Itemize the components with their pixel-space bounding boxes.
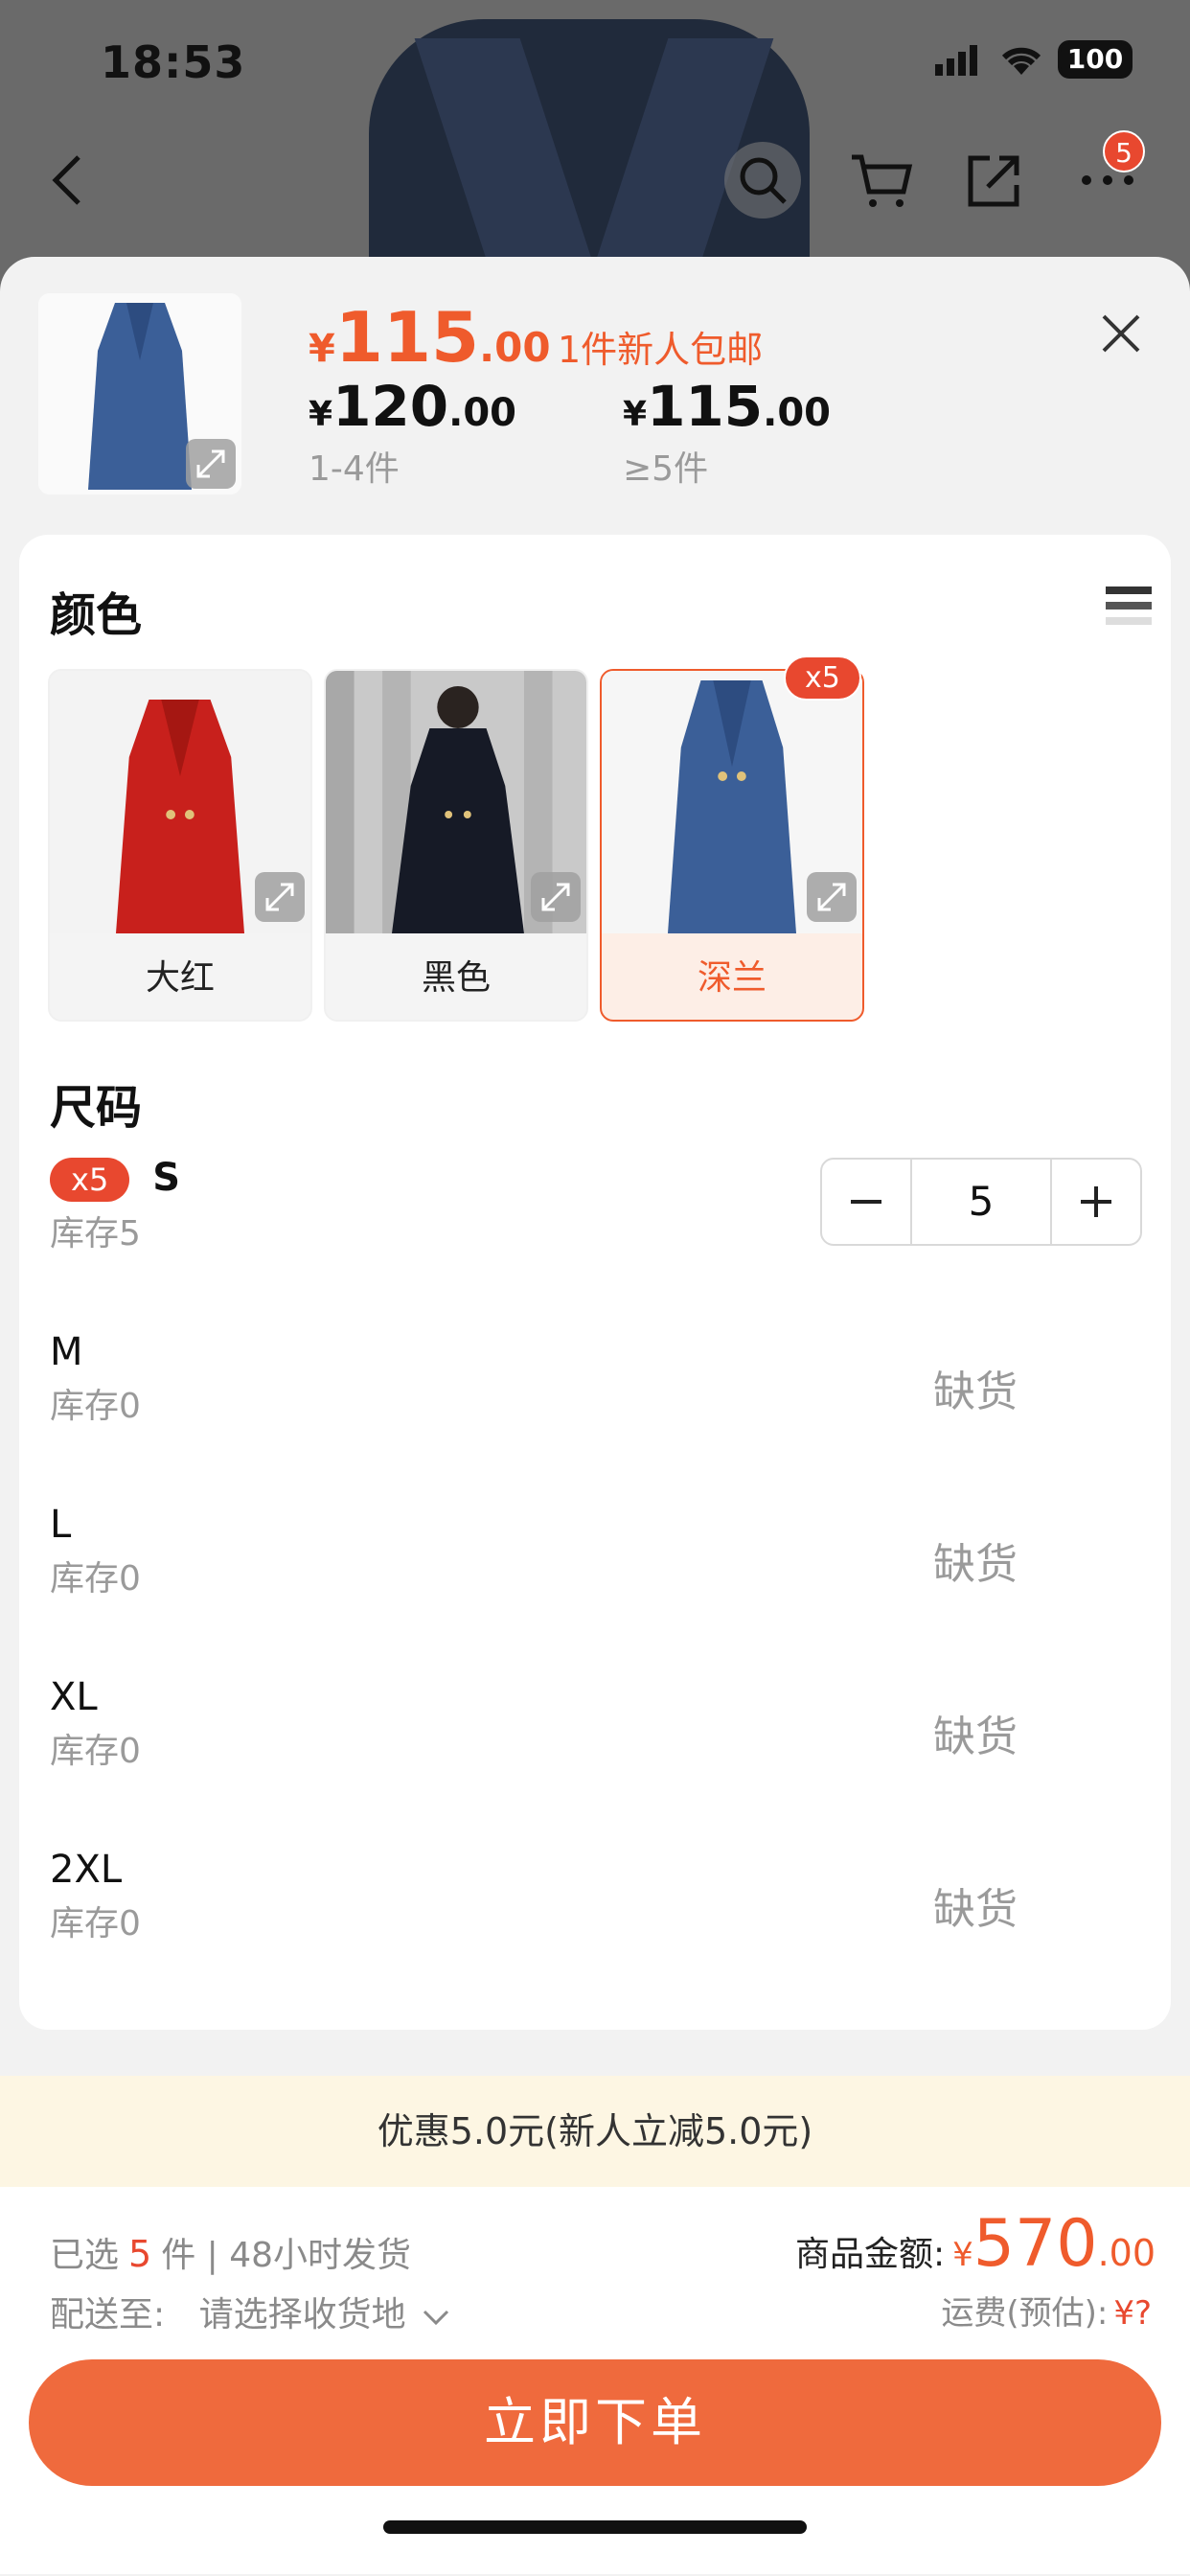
amount-label: 商品金额: (794, 2235, 946, 2274)
quantity-value[interactable]: 5 (910, 1160, 1052, 1244)
top-navigation: 5 (0, 130, 1190, 218)
expand-icon[interactable] (255, 872, 305, 922)
selected-suffix: 件 | 48小时发货 (161, 2236, 412, 2275)
out-of-stock-label: 缺货 (933, 1368, 1018, 1416)
size-row-2xl[interactable]: 2XL 库存0 缺货 (50, 1848, 1142, 1953)
current-price: ¥115.00 (309, 297, 551, 378)
tier-price-decimal: .00 (763, 391, 831, 435)
search-icon[interactable] (724, 142, 801, 218)
wifi-icon (1001, 47, 1041, 75)
ship-label: 配送至: (50, 2295, 166, 2334)
place-order-button[interactable]: 立即下单 (29, 2359, 1161, 2486)
price-currency: ¥ (309, 327, 335, 371)
signal-icon (935, 45, 977, 76)
color-option-black[interactable]: 黑色 (324, 669, 588, 1022)
color-options: 大红 黑色 深兰 (48, 669, 864, 1022)
color-option-red[interactable]: 大红 (48, 669, 312, 1022)
selected-summary: 已选 5 件 | 48小时发货 (50, 2227, 411, 2277)
sheet-header: ¥115.00 1件新人包邮 ¥120.00 1-4件 ¥115.00 ≥5件 (0, 257, 1190, 535)
options-card: 颜色 大红 黑色 深兰 x5 尺码 x5 S 库存5 5 M 库存0 缺货 L … (19, 535, 1171, 2030)
size-quantity-badge: x5 (50, 1158, 130, 1202)
ship-value: 请选择收货地 (198, 2295, 406, 2334)
battery-indicator: 100 (1058, 40, 1133, 79)
message-badge: 5 (1103, 130, 1145, 172)
back-icon[interactable] (29, 142, 105, 218)
out-of-stock-label: 缺货 (933, 1713, 1018, 1761)
amount-integer: 570 (973, 2206, 1098, 2282)
status-time: 18:53 (101, 36, 246, 88)
sku-selection-sheet: ¥115.00 1件新人包邮 ¥120.00 1-4件 ¥115.00 ≥5件 … (0, 257, 1190, 2576)
amount-currency: ¥ (952, 2236, 973, 2274)
expand-icon[interactable] (807, 872, 857, 922)
out-of-stock-label: 缺货 (933, 1885, 1018, 1934)
selected-quantity-badge: x5 (784, 656, 861, 701)
size-row-xl[interactable]: XL 库存0 缺货 (50, 1675, 1142, 1781)
selected-count: 5 (128, 2233, 152, 2275)
shipping-address-selector[interactable]: 配送至: 请选择收货地 (50, 2287, 449, 2336)
chevron-down-icon (423, 2310, 449, 2326)
color-option-label: 黑色 (421, 958, 491, 998)
increase-button[interactable] (1052, 1160, 1140, 1244)
quantity-stepper: 5 (820, 1158, 1142, 1246)
tier-currency: ¥ (623, 395, 648, 434)
size-row-s: x5 S 库存5 5 (50, 1156, 1142, 1261)
price-tier-2: ¥115.00 ≥5件 (623, 374, 831, 491)
expand-icon[interactable] (531, 872, 581, 922)
price-integer: 115 (334, 297, 480, 378)
product-thumbnail[interactable] (38, 293, 241, 494)
expand-icon[interactable] (186, 439, 236, 489)
color-section-title: 颜色 (50, 588, 143, 642)
size-row-m[interactable]: M 库存0 缺货 (50, 1330, 1142, 1436)
status-bar: 18:53 100 (0, 34, 1190, 92)
freight-estimate: 运费(预估): ¥? (941, 2287, 1152, 2334)
cart-icon[interactable] (843, 142, 920, 218)
size-row-l[interactable]: L 库存0 缺货 (50, 1503, 1142, 1608)
color-option-label: 大红 (145, 958, 215, 998)
tier-currency: ¥ (309, 395, 333, 434)
goods-amount: 商品金额: ¥570.00 (795, 2206, 1156, 2282)
product-page-background: 18:53 100 5 (0, 0, 1190, 288)
share-icon[interactable] (956, 142, 1033, 218)
more-icon[interactable]: 5 (1069, 130, 1146, 218)
out-of-stock-label: 缺货 (933, 1540, 1018, 1589)
decrease-button[interactable] (822, 1160, 910, 1244)
home-indicator (383, 2520, 807, 2534)
size-section-title: 尺码 (50, 1081, 143, 1135)
price-decimal: .00 (479, 324, 551, 371)
color-option-dark-blue[interactable]: 深兰 (600, 669, 864, 1022)
tier-price-decimal: .00 (448, 391, 516, 435)
size-label: S (152, 1156, 181, 1200)
promo-text: 1件新人包邮 (558, 329, 764, 371)
price-tier-1: ¥120.00 1-4件 (309, 374, 516, 491)
tier-price-integer: 115 (647, 374, 764, 439)
freight-label: 运费(预估): (941, 2294, 1109, 2333)
discount-banner: 优惠5.0元(新人立减5.0元) (0, 2076, 1190, 2187)
list-view-icon[interactable] (1106, 585, 1152, 632)
order-summary-bar: 已选 5 件 | 48小时发货 配送至: 请选择收货地 商品金额: ¥570.00 运… (0, 2187, 1190, 2574)
tier-price-integer: 120 (332, 374, 449, 439)
tier-quantity: ≥5件 (623, 449, 709, 489)
freight-value: ¥? (1113, 2294, 1152, 2333)
status-icons: 100 (935, 40, 1133, 79)
tier-quantity: 1-4件 (309, 449, 400, 489)
close-icon[interactable] (1094, 307, 1148, 360)
selected-prefix: 已选 (50, 2236, 120, 2275)
color-option-label: 深兰 (697, 958, 767, 998)
amount-decimal: .00 (1097, 2232, 1156, 2274)
